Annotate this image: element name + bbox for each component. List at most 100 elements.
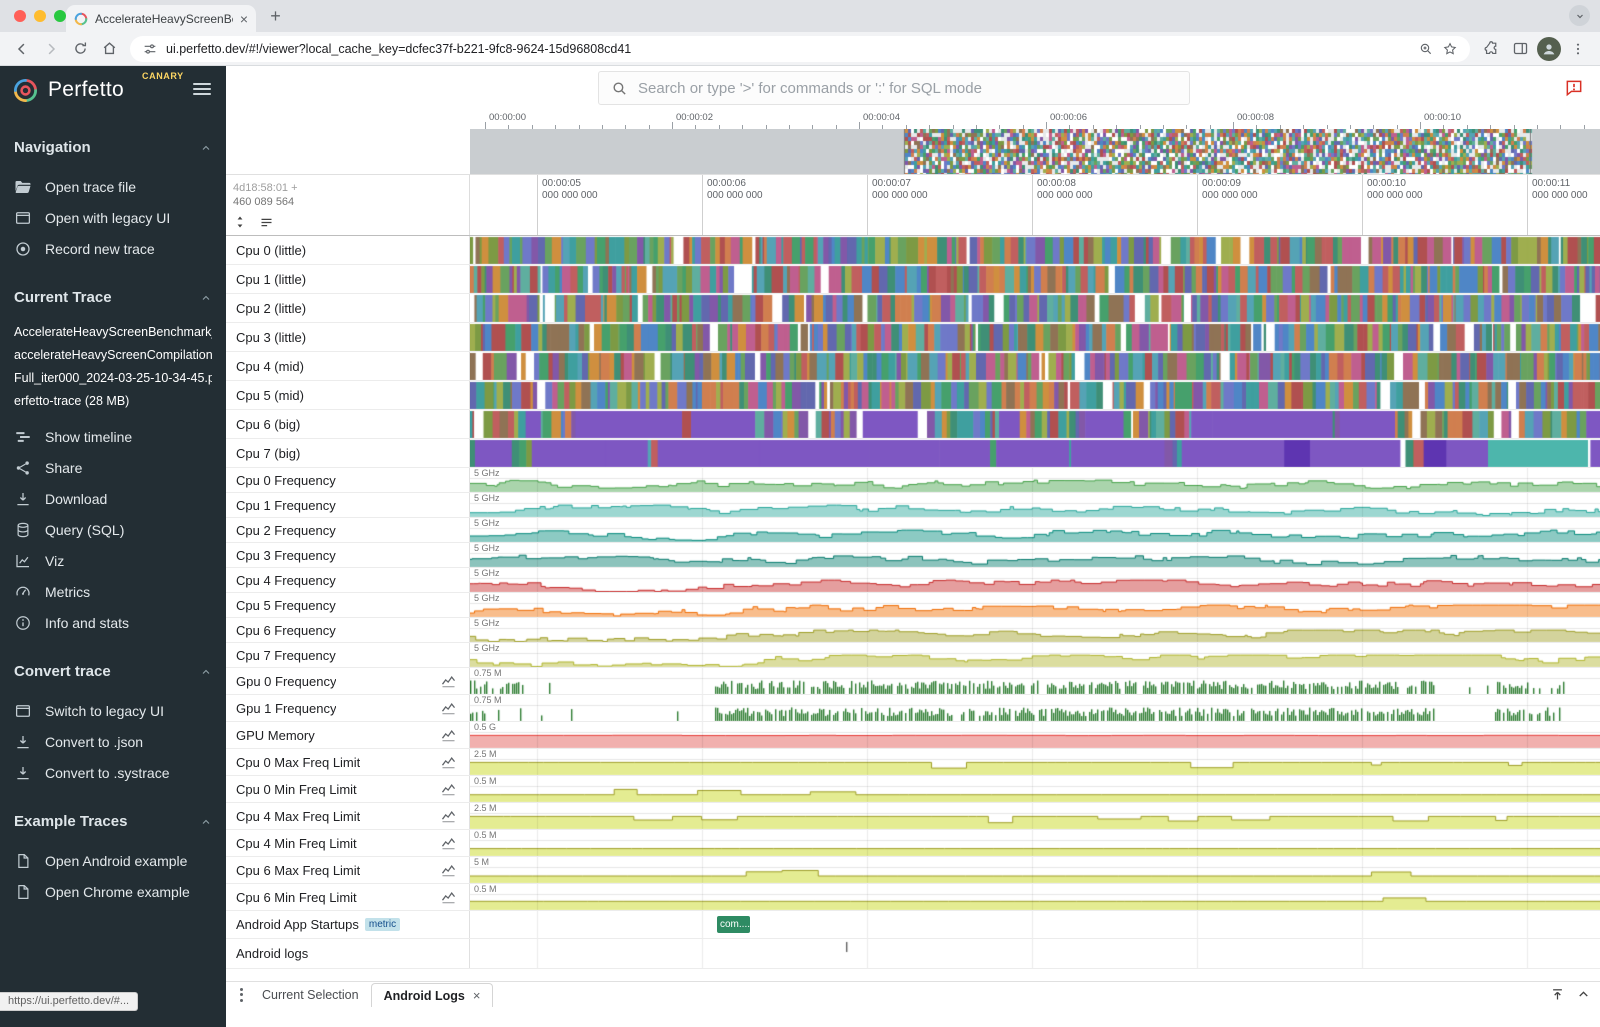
line-chart-icon[interactable] [440,835,457,852]
track-content[interactable]: 5 GHz [470,568,1600,592]
line-chart-icon[interactable] [440,754,457,771]
sidebar-item-show-timeline[interactable]: Show timeline [0,421,226,452]
track-content[interactable] [470,294,1600,322]
track-content[interactable]: 0.5 M [470,830,1600,856]
sidebar-item-switch-to-legacy-ui[interactable]: Switch to legacy UI [0,695,226,726]
line-chart-icon[interactable] [440,781,457,798]
hamburger-menu-icon[interactable] [193,83,211,98]
sidebar-item-record-new-trace[interactable]: Record new trace [0,233,226,264]
search-input[interactable] [638,80,1177,97]
track-name-cpu-5-mid[interactable]: Cpu 5 (mid) [226,381,470,409]
track-sort-icon[interactable] [259,215,274,230]
close-icon[interactable]: × [473,988,481,1003]
track-canvas[interactable] [470,294,1600,322]
expand-tracks-icon[interactable] [233,215,247,230]
tab-android-logs[interactable]: Android Logs × [371,983,494,1007]
track-name-cpu-4-min-freq-limit[interactable]: Cpu 4 Min Freq Limit [226,830,470,856]
overview-area[interactable]: 00:00:0000:00:0200:00:0400:00:0600:00:08… [470,110,1600,174]
reload-button[interactable] [68,37,92,61]
line-chart-icon[interactable] [440,673,457,690]
sidebar-item-metrics[interactable]: Metrics [0,576,226,607]
section-title-convert-trace[interactable]: Convert trace [14,663,212,680]
site-settings-icon[interactable] [142,41,158,57]
track-content[interactable]: 5 GHz [470,618,1600,642]
track-canvas[interactable] [470,643,1600,667]
track-name-cpu-3-frequency[interactable]: Cpu 3 Frequency [226,543,470,567]
track-content[interactable]: 0.5 M [470,884,1600,910]
url-bar[interactable]: ui.perfetto.dev/#!/viewer?local_cache_ke… [130,36,1470,62]
track-canvas[interactable] [470,568,1600,592]
track-name-cpu-0-min-freq-limit[interactable]: Cpu 0 Min Freq Limit [226,776,470,802]
track-canvas[interactable] [470,749,1600,775]
track-canvas[interactable] [470,830,1600,856]
track-content[interactable]: 0.5 M [470,776,1600,802]
track-canvas[interactable] [470,618,1600,642]
track-name-gpu-memory[interactable]: GPU Memory [226,722,470,748]
track-canvas[interactable] [470,722,1600,748]
track-canvas[interactable] [470,668,1600,694]
close-tab-icon[interactable]: × [240,12,248,26]
sidebar-item-convert-to-systrace[interactable]: Convert to .systrace [0,757,226,788]
search-box[interactable] [598,71,1190,105]
track-content[interactable]: 5 GHz [470,468,1600,492]
report-bug-icon[interactable] [1564,78,1584,98]
close-window-button[interactable] [14,10,26,22]
browser-menu-icon[interactable] [1566,37,1590,61]
track-canvas[interactable] [470,884,1600,910]
track-name-cpu-4-mid[interactable]: Cpu 4 (mid) [226,352,470,380]
track-canvas[interactable] [470,857,1600,883]
track-content[interactable]: 5 GHz [470,493,1600,517]
track-name-cpu-6-frequency[interactable]: Cpu 6 Frequency [226,618,470,642]
drag-handle-icon[interactable] [232,982,250,1007]
track-canvas[interactable] [470,939,1600,968]
track-content[interactable] [470,236,1600,264]
extensions-icon[interactable] [1479,37,1503,61]
track-name-cpu-6-max-freq-limit[interactable]: Cpu 6 Max Freq Limit [226,857,470,883]
track-canvas[interactable] [470,323,1600,351]
sidebar-item-open-with-legacy-ui[interactable]: Open with legacy UI [0,202,226,233]
track-name-cpu-0-frequency[interactable]: Cpu 0 Frequency [226,468,470,492]
timeline-overview-minimap[interactable] [470,129,1600,174]
track-canvas[interactable] [470,695,1600,721]
track-content[interactable] [470,352,1600,380]
track-content[interactable]: com.... [470,911,1600,938]
track-content[interactable] [470,381,1600,409]
line-chart-icon[interactable] [440,889,457,906]
track-name-cpu-5-frequency[interactable]: Cpu 5 Frequency [226,593,470,617]
track-name-cpu-4-max-freq-limit[interactable]: Cpu 4 Max Freq Limit [226,803,470,829]
track-name-gpu-1-frequency[interactable]: Gpu 1 Frequency [226,695,470,721]
track-content[interactable]: 5 GHz [470,518,1600,542]
back-button[interactable] [10,37,34,61]
track-canvas[interactable] [470,518,1600,542]
track-content[interactable]: 5 GHz [470,593,1600,617]
sidebar-item-query-sql[interactable]: Query (SQL) [0,514,226,545]
track-canvas[interactable] [470,381,1600,409]
track-canvas[interactable] [470,543,1600,567]
track-content[interactable] [470,410,1600,438]
track-content[interactable]: 5 GHz [470,543,1600,567]
track-canvas[interactable] [470,265,1600,293]
track-name-cpu-2-little[interactable]: Cpu 2 (little) [226,294,470,322]
track-canvas[interactable] [470,352,1600,380]
track-canvas[interactable] [470,776,1600,802]
new-tab-button[interactable]: + [263,4,288,29]
track-canvas[interactable] [470,911,1600,938]
track-name-cpu-2-frequency[interactable]: Cpu 2 Frequency [226,518,470,542]
track-content[interactable]: 0.75 M [470,695,1600,721]
tab-search-button[interactable] [1569,5,1590,26]
forward-button[interactable] [39,37,63,61]
zoom-window-button[interactable] [54,10,66,22]
track-name-cpu-6-big[interactable]: Cpu 6 (big) [226,410,470,438]
track-name-cpu-0-max-freq-limit[interactable]: Cpu 0 Max Freq Limit [226,749,470,775]
track-content[interactable] [470,939,1600,968]
sidebar-item-info-and-stats[interactable]: Info and stats [0,607,226,638]
track-name-cpu-7-frequency[interactable]: Cpu 7 Frequency [226,643,470,667]
track-name-cpu-1-little[interactable]: Cpu 1 (little) [226,265,470,293]
track-canvas[interactable] [470,236,1600,264]
track-content[interactable]: 2.5 M [470,803,1600,829]
track-name-cpu-7-big[interactable]: Cpu 7 (big) [226,439,470,467]
track-content[interactable]: 2.5 M [470,749,1600,775]
sidebar-item-open-chrome-example[interactable]: Open Chrome example [0,876,226,907]
zoom-icon[interactable] [1418,41,1434,57]
track-name-gpu-0-frequency[interactable]: Gpu 0 Frequency [226,668,470,694]
